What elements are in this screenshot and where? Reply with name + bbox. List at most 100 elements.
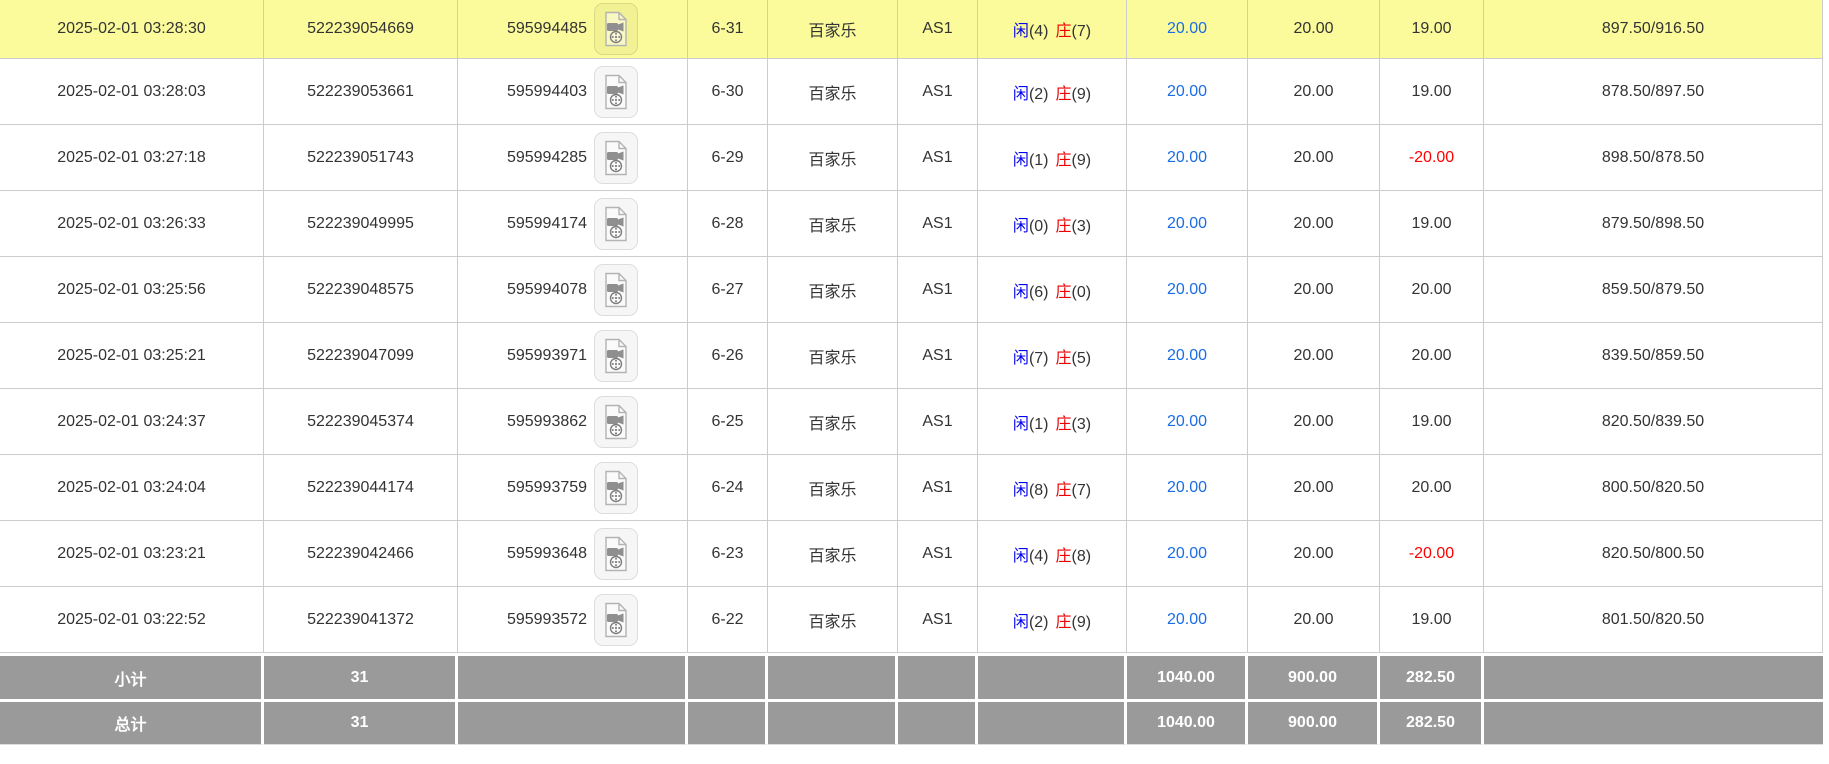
game-type-cell: 百家乐 xyxy=(768,389,898,455)
table-row[interactable]: 2025-02-01 03:28:03 522239053661 5959944… xyxy=(0,59,1823,125)
game-number-cell: 595994078 xyxy=(458,257,688,323)
game-number-cell: 595994485 xyxy=(458,0,688,59)
bet-amount-link[interactable]: 20.00 xyxy=(1167,149,1207,166)
table-code-cell: AS1 xyxy=(898,389,978,455)
table-row[interactable]: 2025-02-01 03:25:21 522239047099 5959939… xyxy=(0,323,1823,389)
valid-amount: 20.00 xyxy=(1293,281,1333,298)
summary-count-cell: 31 xyxy=(264,699,458,745)
bet-amount-link[interactable]: 20.00 xyxy=(1167,20,1207,37)
game-type: 百家乐 xyxy=(808,86,856,103)
balance-value: 878.50/897.50 xyxy=(1602,83,1704,100)
table-row[interactable]: 2025-02-01 03:28:30 522239054669 5959944… xyxy=(0,0,1823,59)
video-replay-button[interactable] xyxy=(594,132,638,184)
balance-cell: 820.50/800.50 xyxy=(1484,521,1823,587)
summary-empty-cell xyxy=(898,699,978,745)
balance-cell: 820.50/839.50 xyxy=(1484,389,1823,455)
bet-amount-link[interactable]: 20.00 xyxy=(1167,479,1207,496)
video-replay-button[interactable] xyxy=(594,3,638,55)
bet-id-cell: 522239049995 xyxy=(264,191,458,257)
game-type: 百家乐 xyxy=(808,350,856,367)
balance-value: 820.50/800.50 xyxy=(1602,545,1704,562)
video-replay-button[interactable] xyxy=(594,66,638,118)
bet-amount-link[interactable]: 20.00 xyxy=(1167,413,1207,430)
summary-empty-cell xyxy=(768,653,898,699)
table-row[interactable]: 2025-02-01 03:23:21 522239042466 5959936… xyxy=(0,521,1823,587)
game-number: 595994285 xyxy=(507,149,587,167)
video-replay-button[interactable] xyxy=(594,462,638,514)
game-number-cell: 595994285 xyxy=(458,125,688,191)
video-replay-button[interactable] xyxy=(594,594,638,646)
bet-amount-link[interactable]: 20.00 xyxy=(1167,545,1207,562)
table-row[interactable]: 2025-02-01 03:24:04 522239044174 5959937… xyxy=(0,455,1823,521)
table-row[interactable]: 2025-02-01 03:25:56 522239048575 5959940… xyxy=(0,257,1823,323)
table-code-cell: AS1 xyxy=(898,257,978,323)
bet-amount-link[interactable]: 20.00 xyxy=(1167,611,1207,628)
win-loss-cell: 19.00 xyxy=(1380,191,1484,257)
video-replay-button[interactable] xyxy=(594,528,638,580)
bet-id-cell: 522239051743 xyxy=(264,125,458,191)
bet-time-cell: 2025-02-01 03:24:04 xyxy=(0,455,264,521)
banker-label: 庄 xyxy=(1056,86,1072,103)
game-type-cell: 百家乐 xyxy=(768,191,898,257)
bet-time: 2025-02-01 03:28:03 xyxy=(57,83,206,100)
summary-empty-cell xyxy=(978,699,1127,745)
round-number: 6-23 xyxy=(711,545,743,562)
video-replay-button[interactable] xyxy=(594,198,638,250)
result-cell: 闲(4)庄(7) xyxy=(978,0,1127,59)
player-score: (7) xyxy=(1029,350,1049,367)
summary-empty-cell xyxy=(458,653,688,699)
bet-amount-link[interactable]: 20.00 xyxy=(1167,281,1207,298)
round-cell: 6-26 xyxy=(688,323,768,389)
game-type: 百家乐 xyxy=(808,218,856,235)
player-score: (1) xyxy=(1029,152,1049,169)
player-label: 闲 xyxy=(1013,23,1029,40)
game-number-wrap: 595994174 xyxy=(458,198,687,250)
round-number: 6-24 xyxy=(711,479,743,496)
summary-empty-cell xyxy=(1484,653,1823,699)
player-score: (8) xyxy=(1029,482,1049,499)
table-code: AS1 xyxy=(922,413,952,430)
round-cell: 6-24 xyxy=(688,455,768,521)
player-label: 闲 xyxy=(1013,218,1029,235)
bet-amount-cell: 20.00 xyxy=(1127,125,1248,191)
game-number-wrap: 595993648 xyxy=(458,528,687,580)
bet-amount-link[interactable]: 20.00 xyxy=(1167,215,1207,232)
table-row[interactable]: 2025-02-01 03:26:33 522239049995 5959941… xyxy=(0,191,1823,257)
table-code-cell: AS1 xyxy=(898,0,978,59)
bet-time: 2025-02-01 03:25:56 xyxy=(57,281,206,298)
round-number: 6-28 xyxy=(711,215,743,232)
win-loss-value: 19.00 xyxy=(1411,413,1451,430)
balance-value: 820.50/839.50 xyxy=(1602,413,1704,430)
valid-amount-cell: 20.00 xyxy=(1248,389,1380,455)
round-number: 6-31 xyxy=(711,20,743,37)
table-code-cell: AS1 xyxy=(898,521,978,587)
player-score: (6) xyxy=(1029,284,1049,301)
video-replay-button[interactable] xyxy=(594,330,638,382)
video-file-icon xyxy=(602,536,630,572)
table-row[interactable]: 2025-02-01 03:24:37 522239045374 5959938… xyxy=(0,389,1823,455)
game-type-cell: 百家乐 xyxy=(768,587,898,653)
bet-time-cell: 2025-02-01 03:27:18 xyxy=(0,125,264,191)
summary-bet-total-cell: 1040.00 xyxy=(1127,699,1248,745)
balance-cell: 897.50/916.50 xyxy=(1484,0,1823,59)
round-cell: 6-23 xyxy=(688,521,768,587)
video-file-icon xyxy=(602,338,630,374)
bet-amount-link[interactable]: 20.00 xyxy=(1167,83,1207,100)
bet-amount-cell: 20.00 xyxy=(1127,59,1248,125)
bet-history-screen: 2025-02-01 03:28:30 522239054669 5959944… xyxy=(0,0,1829,764)
bet-time: 2025-02-01 03:24:04 xyxy=(57,479,206,496)
valid-amount: 20.00 xyxy=(1293,347,1333,364)
result-cell: 闲(2)庄(9) xyxy=(978,587,1127,653)
game-number-cell: 595993759 xyxy=(458,455,688,521)
banker-score: (8) xyxy=(1072,548,1092,565)
bet-id: 522239047099 xyxy=(307,347,414,364)
summary-valid-total-cell: 900.00 xyxy=(1248,653,1380,699)
bet-amount-link[interactable]: 20.00 xyxy=(1167,347,1207,364)
video-replay-button[interactable] xyxy=(594,264,638,316)
valid-amount-cell: 20.00 xyxy=(1248,521,1380,587)
bet-id: 522239053661 xyxy=(307,83,414,100)
table-row[interactable]: 2025-02-01 03:22:52 522239041372 5959935… xyxy=(0,587,1823,653)
summary-count-cell: 31 xyxy=(264,653,458,699)
video-replay-button[interactable] xyxy=(594,396,638,448)
table-row[interactable]: 2025-02-01 03:27:18 522239051743 5959942… xyxy=(0,125,1823,191)
